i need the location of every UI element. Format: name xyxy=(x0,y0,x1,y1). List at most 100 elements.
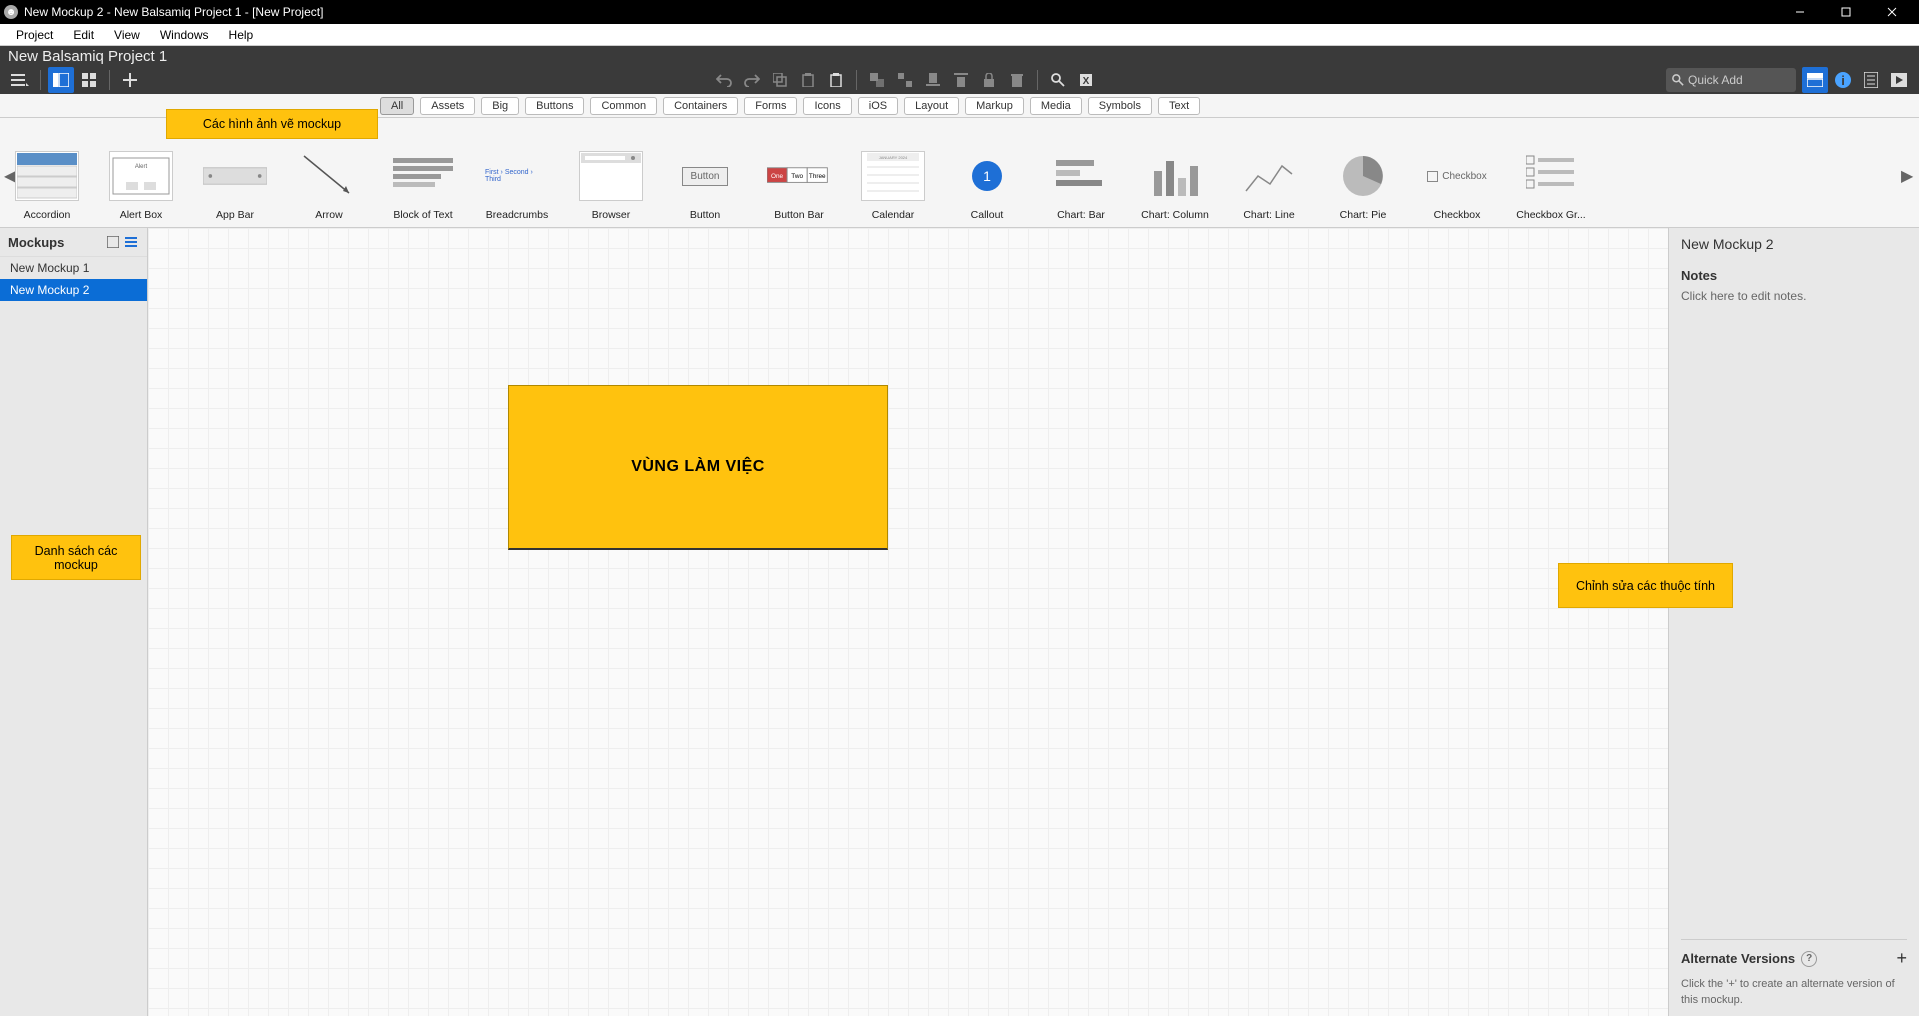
svg-text:Alert: Alert xyxy=(135,164,148,170)
view-navigator-icon[interactable] xyxy=(48,67,74,93)
maximize-button[interactable] xyxy=(1823,0,1869,24)
lib-item-buttonbar[interactable]: OneTwoThree Button Bar xyxy=(752,118,846,227)
mockup-list-item[interactable]: New Mockup 1 xyxy=(0,257,147,279)
help-icon[interactable]: ? xyxy=(1801,951,1817,967)
lib-item-checkbox[interactable]: Checkbox Checkbox xyxy=(1410,118,1504,227)
lib-item-checkboxgroup[interactable]: Checkbox Gr... xyxy=(1504,118,1598,227)
menu-icon[interactable] xyxy=(7,67,33,93)
list-view-icon[interactable] xyxy=(123,234,139,250)
app-icon: ☻ xyxy=(4,5,18,19)
alt-versions-hint: Click the '+' to create an alternate ver… xyxy=(1681,977,1907,1008)
category-icons[interactable]: Icons xyxy=(803,97,851,115)
category-big[interactable]: Big xyxy=(481,97,519,115)
mockups-panel: Mockups New Mockup 1 New Mockup 2 xyxy=(0,228,148,1016)
toolbar: X Quick Add i xyxy=(0,65,1919,94)
category-media[interactable]: Media xyxy=(1030,97,1082,115)
minimize-button[interactable] xyxy=(1777,0,1823,24)
clipboard-icon[interactable] xyxy=(823,67,849,93)
trash-icon[interactable] xyxy=(1004,67,1030,93)
thumbnail-view-icon[interactable] xyxy=(105,234,121,250)
lib-item-calendar[interactable]: JANUARY 2024 Calendar xyxy=(846,118,940,227)
alternate-versions-section: Alternate Versions ? + Click the '+' to … xyxy=(1681,939,1907,1008)
divider xyxy=(109,70,110,90)
window-title: New Mockup 2 - New Balsamiq Project 1 - … xyxy=(24,5,1777,19)
category-symbols[interactable]: Symbols xyxy=(1088,97,1152,115)
window-titlebar: ☻ New Mockup 2 - New Balsamiq Project 1 … xyxy=(0,0,1919,24)
info-icon[interactable]: i xyxy=(1830,67,1856,93)
alt-versions-header: Alternate Versions xyxy=(1681,951,1795,966)
properties-panel-icon[interactable] xyxy=(1858,67,1884,93)
ungroup-icon[interactable] xyxy=(892,67,918,93)
divider xyxy=(1037,70,1038,90)
category-containers[interactable]: Containers xyxy=(663,97,738,115)
category-assets[interactable]: Assets xyxy=(420,97,475,115)
redo-icon[interactable] xyxy=(739,67,765,93)
quick-add-placeholder: Quick Add xyxy=(1688,73,1743,87)
menu-edit[interactable]: Edit xyxy=(63,26,104,44)
library-scroll-right-icon[interactable]: ▶ xyxy=(1901,166,1915,180)
lib-item-chartbar[interactable]: Chart: Bar xyxy=(1034,118,1128,227)
menu-bar: Project Edit View Windows Help xyxy=(0,24,1919,46)
svg-text:Two: Two xyxy=(791,173,803,180)
category-buttons[interactable]: Buttons xyxy=(525,97,584,115)
fullscreen-icon[interactable] xyxy=(1886,67,1912,93)
group-icon[interactable] xyxy=(864,67,890,93)
send-back-icon[interactable] xyxy=(948,67,974,93)
notes-header: Notes xyxy=(1681,268,1907,283)
canvas[interactable]: VÙNG LÀM VIỆC xyxy=(148,228,1669,1016)
category-common[interactable]: Common xyxy=(590,97,657,115)
project-title: New Balsamiq Project 1 xyxy=(0,46,1919,65)
svg-text:One: One xyxy=(771,173,784,180)
add-version-button[interactable]: + xyxy=(1896,948,1907,969)
svg-text:X: X xyxy=(1083,76,1090,87)
lib-item-chartpie[interactable]: Chart: Pie xyxy=(1316,118,1410,227)
add-mockup-icon[interactable] xyxy=(117,67,143,93)
annotation-properties: Chỉnh sửa các thuộc tính xyxy=(1558,563,1733,608)
mockup-list-item[interactable]: New Mockup 2 xyxy=(0,279,147,301)
svg-text:i: i xyxy=(1841,73,1845,88)
divider xyxy=(40,70,41,90)
close-button[interactable] xyxy=(1869,0,1915,24)
lib-item-breadcrumbs[interactable]: First › Second › Third Breadcrumbs xyxy=(470,118,564,227)
svg-text:Three: Three xyxy=(809,173,826,180)
category-layout[interactable]: Layout xyxy=(904,97,959,115)
lib-item-button[interactable]: Button Button xyxy=(658,118,752,227)
lib-item-blocktext[interactable]: Block of Text xyxy=(376,118,470,227)
category-text[interactable]: Text xyxy=(1158,97,1200,115)
lib-item-browser[interactable]: Browser xyxy=(564,118,658,227)
lib-item-chartcolumn[interactable]: Chart: Column xyxy=(1128,118,1222,227)
undo-icon[interactable] xyxy=(711,67,737,93)
menu-windows[interactable]: Windows xyxy=(150,26,219,44)
copy-icon[interactable] xyxy=(767,67,793,93)
view-grid-icon[interactable] xyxy=(76,67,102,93)
notes-field[interactable]: Click here to edit notes. xyxy=(1681,289,1907,303)
lib-item-accordion[interactable]: Accordion xyxy=(0,118,94,227)
markup-toggle-icon[interactable]: X xyxy=(1073,67,1099,93)
bring-front-icon[interactable] xyxy=(920,67,946,93)
menu-help[interactable]: Help xyxy=(219,26,264,44)
lock-icon[interactable] xyxy=(976,67,1002,93)
library-toggle-icon[interactable] xyxy=(1802,67,1828,93)
annotation-library: Các hình ảnh vẽ mockup xyxy=(166,109,378,139)
project-bar: New Balsamiq Project 1 X Quick Add i xyxy=(0,46,1919,94)
category-ios[interactable]: iOS xyxy=(858,97,898,115)
divider xyxy=(856,70,857,90)
category-all[interactable]: All xyxy=(380,97,414,115)
search-icon xyxy=(1672,74,1684,86)
paste-icon[interactable] xyxy=(795,67,821,93)
menu-view[interactable]: View xyxy=(104,26,150,44)
zoom-icon[interactable] xyxy=(1045,67,1071,93)
lib-item-callout[interactable]: 1 Callout xyxy=(940,118,1034,227)
main-area: Mockups New Mockup 1 New Mockup 2 VÙNG L… xyxy=(0,228,1919,1016)
mockups-panel-header: Mockups xyxy=(0,228,147,257)
quick-add-input[interactable]: Quick Add xyxy=(1666,68,1796,92)
svg-text:JANUARY 2024: JANUARY 2024 xyxy=(879,155,908,160)
menu-project[interactable]: Project xyxy=(6,26,63,44)
category-forms[interactable]: Forms xyxy=(744,97,797,115)
category-markup[interactable]: Markup xyxy=(965,97,1024,115)
annotation-mockup-list: Danh sách các mockup xyxy=(11,535,141,580)
inspector-panel: New Mockup 2 Notes Click here to edit no… xyxy=(1669,228,1919,1016)
canvas-annotation-workarea: VÙNG LÀM VIỆC xyxy=(508,385,888,550)
inspector-title: New Mockup 2 xyxy=(1681,236,1907,252)
lib-item-chartline[interactable]: Chart: Line xyxy=(1222,118,1316,227)
